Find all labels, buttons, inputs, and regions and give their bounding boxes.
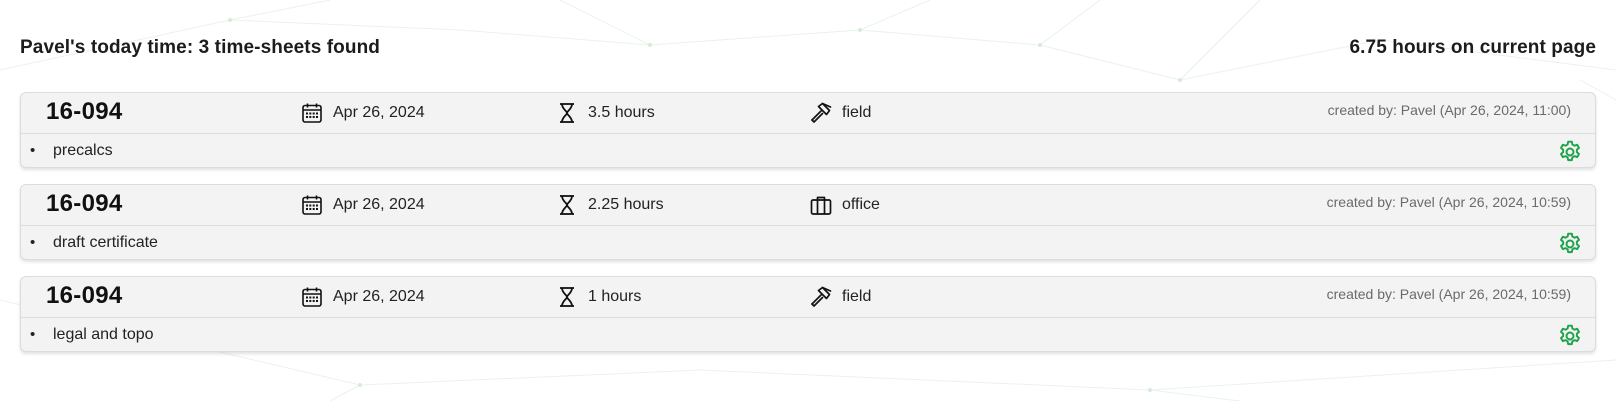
hours-field: 3.5 hours (555, 100, 655, 126)
work-type-field: office (809, 192, 880, 218)
entry-hours: 1 hours (588, 288, 642, 305)
timesheet-card: 16-094 Apr 26, 2024 (20, 92, 1596, 168)
created-by-info: created by: Pavel (Apr 26, 2024, 10:59) (1326, 194, 1571, 210)
entry-type: office (842, 196, 880, 213)
timesheet-card-header: 16-094 Apr 26, 2024 (21, 93, 1595, 134)
timesheet-card-body: • draft certificate (21, 226, 1595, 261)
timesheet-card-body: • precalcs (21, 134, 1595, 169)
timesheet-card: 16-094 Apr 26, 2024 (20, 184, 1596, 260)
timesheet-card-header: 16-094 Apr 26, 2024 (21, 185, 1595, 226)
entry-type: field (842, 104, 872, 121)
bullet: • (30, 142, 36, 159)
page-header: Pavel's today time: 3 time-sheets found … (20, 34, 1596, 62)
date-field: Apr 26, 2024 (300, 192, 425, 218)
entry-hours: 2.25 hours (588, 196, 664, 213)
entry-type: field (842, 288, 872, 305)
created-by-info: created by: Pavel (Apr 26, 2024, 11:00) (1327, 102, 1571, 118)
calendar-icon (300, 193, 324, 217)
timesheet-card: 16-094 Apr 26, 2024 (20, 276, 1596, 352)
entry-hours: 3.5 hours (588, 104, 655, 121)
briefcase-icon (809, 193, 833, 217)
hours-field: 2.25 hours (555, 192, 664, 218)
hammer-icon (809, 101, 833, 125)
page-title: Pavel's today time: 3 time-sheets found (20, 37, 381, 58)
bullet: • (30, 234, 36, 251)
project-number: 16-094 (46, 190, 123, 217)
hours-field: 1 hours (555, 284, 641, 310)
hourglass-icon (555, 285, 579, 309)
work-type-field: field (809, 100, 871, 126)
settings-gear-icon[interactable] (1557, 139, 1583, 165)
settings-gear-icon[interactable] (1557, 231, 1583, 257)
entry-date: Apr 26, 2024 (333, 288, 425, 305)
timesheet-card-body: • legal and topo (21, 318, 1595, 353)
bullet: • (30, 326, 36, 343)
settings-gear-icon[interactable] (1557, 323, 1583, 349)
hours-total: 6.75 hours on current page (1349, 37, 1596, 58)
date-field: Apr 26, 2024 (300, 284, 425, 310)
entry-description: draft certificate (53, 234, 158, 251)
hourglass-icon (555, 101, 579, 125)
hourglass-icon (555, 193, 579, 217)
calendar-icon (300, 101, 324, 125)
entry-description: precalcs (53, 142, 113, 159)
entry-date: Apr 26, 2024 (333, 104, 425, 121)
date-field: Apr 26, 2024 (300, 100, 425, 126)
project-number: 16-094 (46, 98, 123, 125)
timesheet-card-header: 16-094 Apr 26, 2024 (21, 277, 1595, 318)
entry-description: legal and topo (53, 326, 154, 343)
work-type-field: field (809, 284, 871, 310)
calendar-icon (300, 285, 324, 309)
created-by-info: created by: Pavel (Apr 26, 2024, 10:59) (1326, 286, 1571, 302)
hammer-icon (809, 285, 833, 309)
entry-date: Apr 26, 2024 (333, 196, 425, 213)
project-number: 16-094 (46, 282, 123, 309)
